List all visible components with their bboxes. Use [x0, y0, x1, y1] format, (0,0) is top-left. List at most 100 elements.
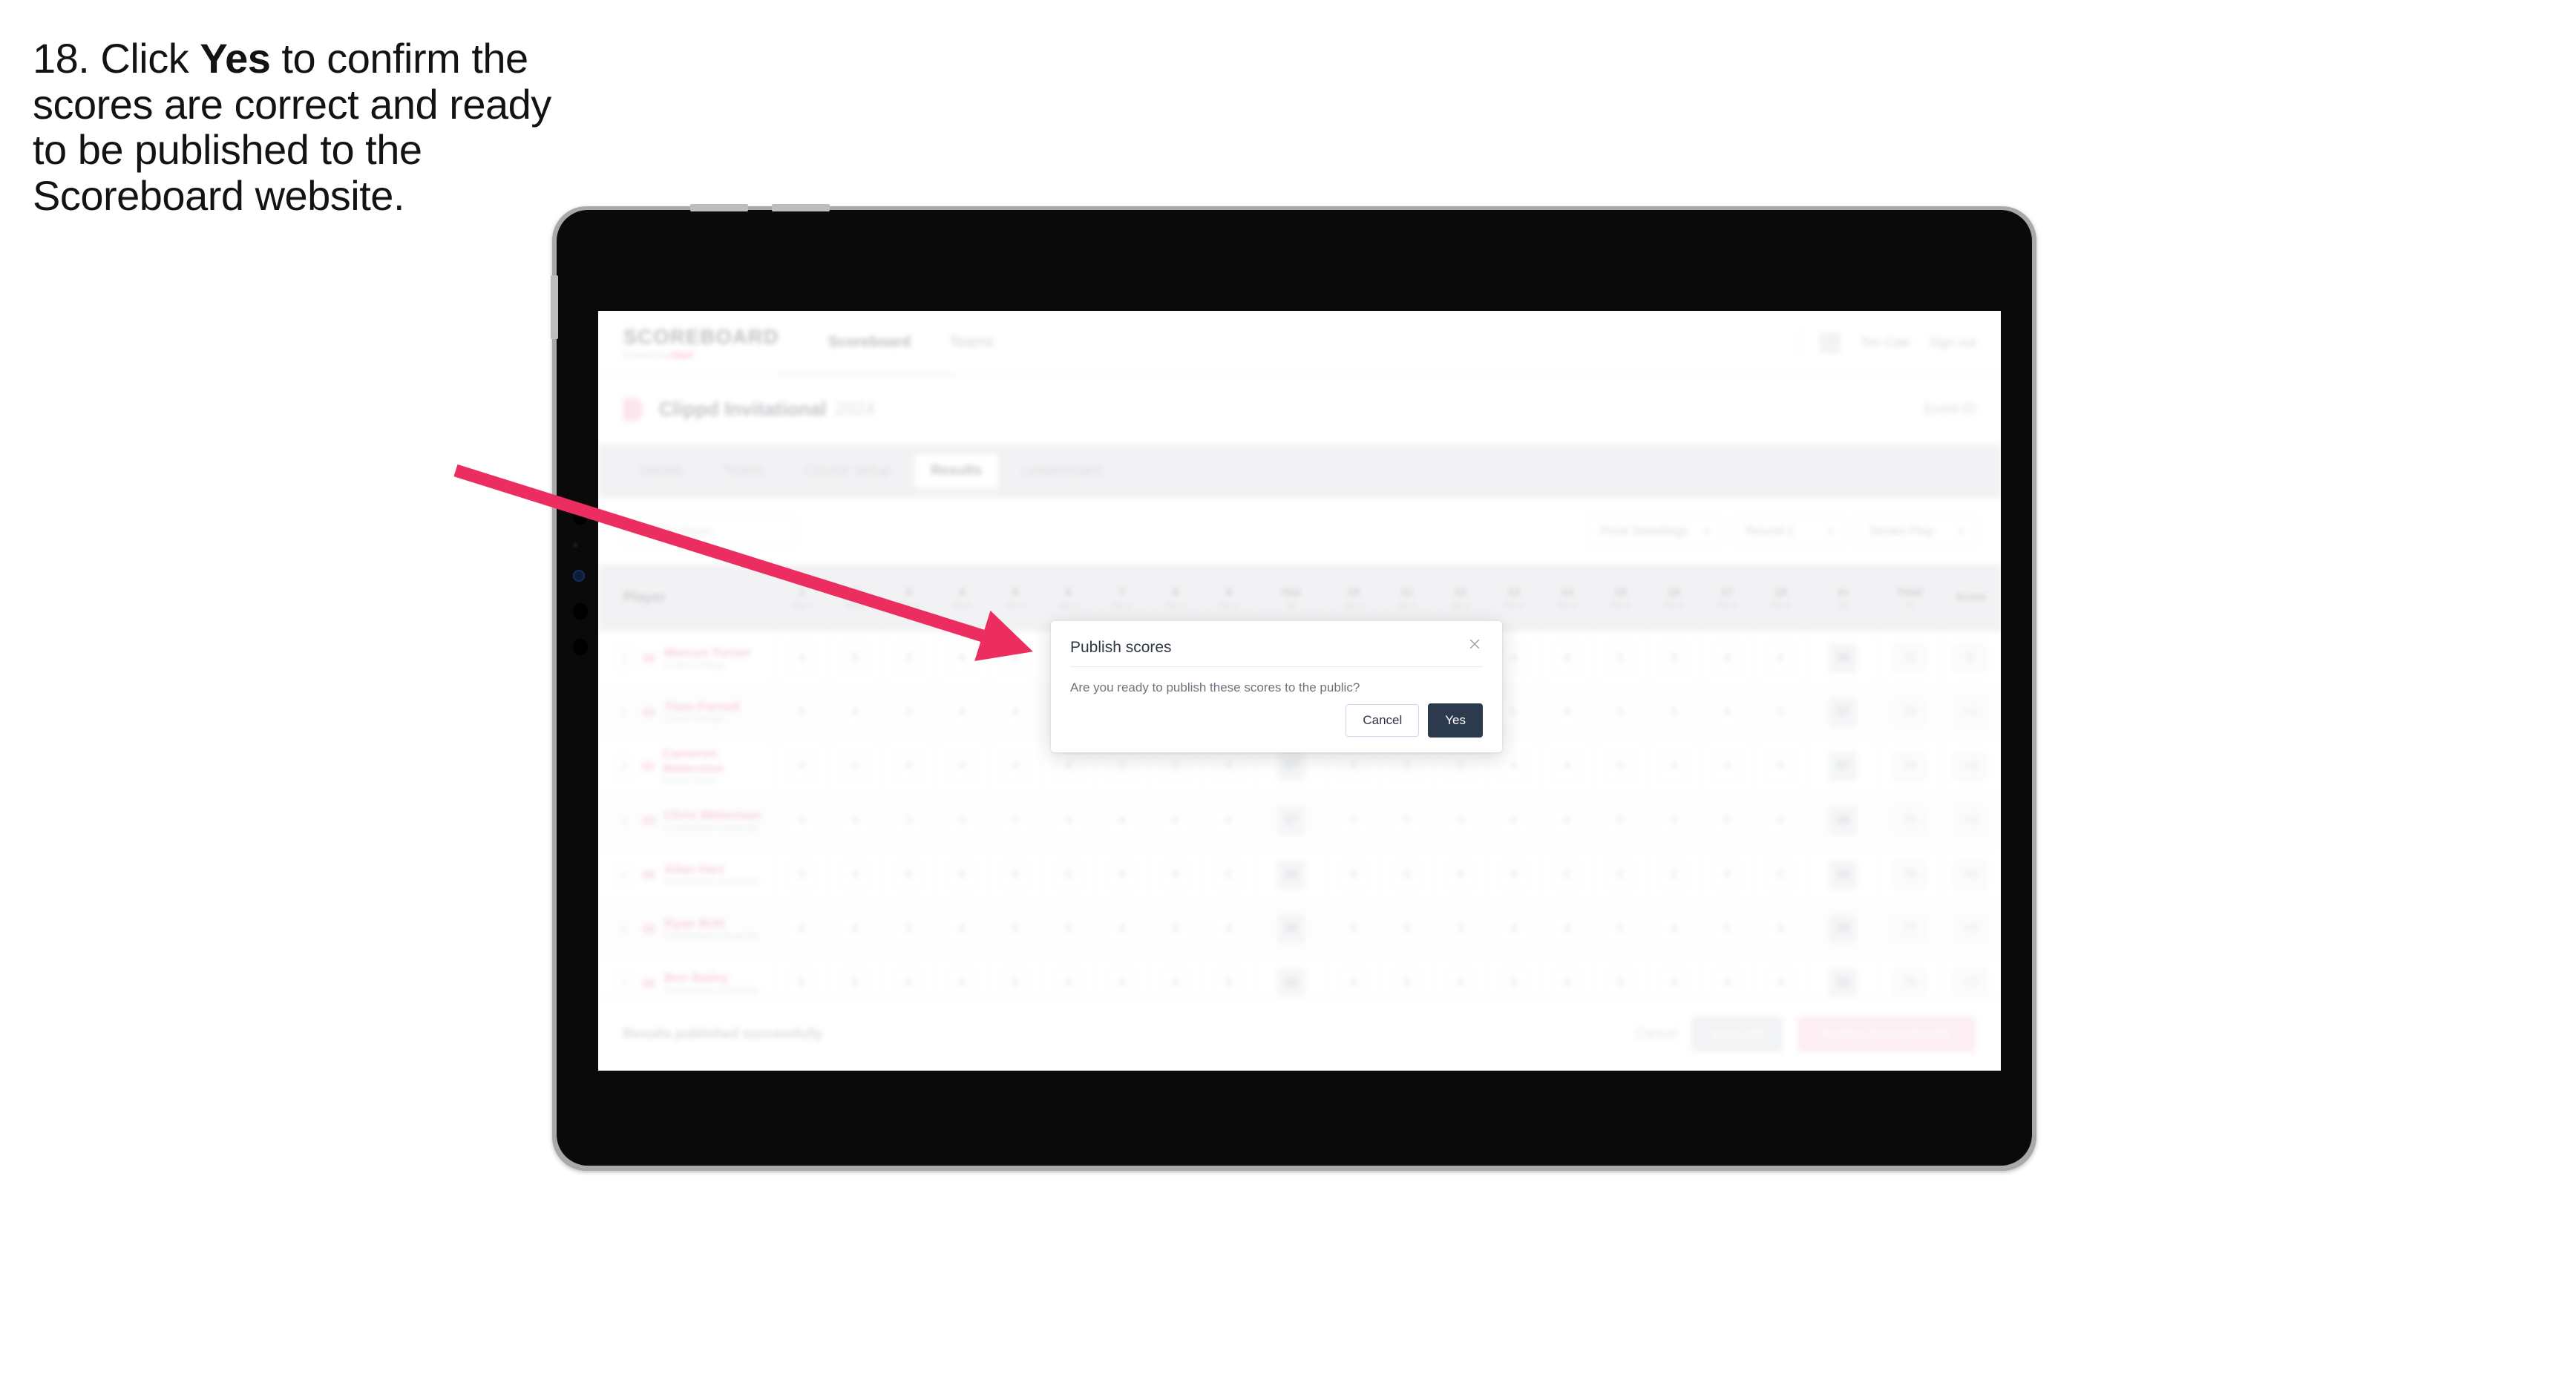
cell-score[interactable]: 4	[1753, 794, 1807, 847]
cell-score[interactable]: 5	[1593, 631, 1647, 685]
cell-score[interactable]: 5	[988, 902, 1042, 956]
cell-score[interactable]: 4	[1540, 686, 1593, 739]
cell-score[interactable]: 4	[1540, 631, 1593, 685]
cell-score[interactable]: 4	[988, 848, 1042, 901]
cell-score[interactable]: 4	[934, 631, 989, 685]
cell-score[interactable]: 5	[1593, 848, 1647, 901]
cell-score[interactable]: 4	[934, 902, 989, 956]
cell-score[interactable]: 5	[1700, 794, 1754, 847]
cell-score[interactable]: 4	[1433, 848, 1487, 901]
cell-score[interactable]: 4	[1487, 794, 1540, 847]
cell-score[interactable]: 5	[1326, 902, 1380, 956]
app-logo[interactable]: SCOREBOARD Powered by clippd	[623, 326, 779, 360]
cell-score[interactable]: 5	[1380, 794, 1433, 847]
cell-score[interactable]: 5	[1380, 902, 1433, 956]
cell-score[interactable]: 4	[1753, 740, 1807, 793]
cell-score[interactable]: 38	[1254, 902, 1327, 956]
cell-score[interactable]: 4	[827, 902, 882, 956]
cell-score[interactable]: 36	[1806, 631, 1878, 685]
cell-score[interactable]: 4	[1753, 631, 1807, 685]
close-icon[interactable]	[1465, 634, 1484, 654]
cell-score[interactable]: 4	[827, 848, 882, 901]
cell-score[interactable]: 4	[1095, 902, 1148, 956]
tab-leaderboard[interactable]: Leaderboard	[1006, 454, 1118, 488]
cell-score[interactable]: 4	[1540, 902, 1593, 956]
cell-score[interactable]: 4	[881, 740, 935, 793]
cell-score[interactable]: 5	[1700, 902, 1754, 956]
cell-score[interactable]: 3	[881, 902, 935, 956]
cell-score[interactable]: 37	[1806, 686, 1878, 739]
cell-score[interactable]: 4	[827, 794, 882, 847]
cell-score[interactable]: 4	[988, 686, 1042, 739]
cell-score[interactable]: 5	[1593, 740, 1647, 793]
cell-score[interactable]: 3	[881, 631, 935, 685]
table-row[interactable]: 6 Ryan Britt Sunderland University 4 4 3 4 5 5 4 5…	[598, 902, 2001, 956]
cell-score[interactable]: 4	[934, 686, 989, 739]
cell-score[interactable]: 5	[934, 794, 989, 847]
event-id-link[interactable]: Event ID	[1924, 401, 1976, 417]
cell-score[interactable]: 5	[1202, 848, 1255, 901]
cell-score[interactable]: 4	[1487, 848, 1540, 901]
cell-score[interactable]: 4	[1095, 794, 1148, 847]
cell-score[interactable]: 5	[1326, 794, 1380, 847]
cell-score[interactable]: 4	[1148, 848, 1202, 901]
round-select[interactable]: Final Standings ▾	[1588, 514, 1722, 548]
cell-score[interactable]: 5	[827, 631, 882, 685]
cell-score[interactable]: 4	[1202, 902, 1255, 956]
table-row[interactable]: 5 Allan Hart Sunderland University 5 4 4 4 4 5 4 4…	[598, 848, 2001, 902]
cell-score[interactable]: 4	[1700, 686, 1754, 739]
footer-cancel-link[interactable]: Cancel	[1635, 1026, 1677, 1042]
cell-score[interactable]: 3	[881, 794, 935, 847]
cell-score[interactable]: 5	[1380, 848, 1433, 901]
tab-results[interactable]: Results	[914, 454, 998, 488]
cell-score[interactable]: 4	[988, 740, 1042, 793]
cell-score[interactable]: 4	[1540, 740, 1593, 793]
cell-score[interactable]: 4	[1202, 794, 1255, 847]
cell-score[interactable]: 5	[1593, 902, 1647, 956]
cell-score[interactable]: 3	[1646, 794, 1700, 847]
nav-item-scoreboard[interactable]: Scoreboard	[828, 334, 911, 351]
cell-score[interactable]: 3	[1433, 794, 1487, 847]
cell-score[interactable]: 4	[1700, 740, 1754, 793]
footer-save-button[interactable]: Save edit	[1691, 1016, 1783, 1052]
cell-score[interactable]: 4	[1487, 902, 1540, 956]
cell-score[interactable]: 37	[1806, 740, 1878, 793]
cell-score[interactable]: 5	[1753, 848, 1807, 901]
cell-score[interactable]: 4	[775, 631, 828, 685]
cell-score[interactable]: 39	[1806, 902, 1878, 956]
cell-score[interactable]: 4	[881, 848, 935, 901]
cell-score[interactable]: 5	[988, 631, 1042, 685]
table-row[interactable]: 4 Chris Waterman Sunderland University 4 4 3 5…	[598, 794, 2001, 848]
cell-score[interactable]: 4	[1148, 794, 1202, 847]
cell-score[interactable]: 5	[1041, 902, 1095, 956]
volume-down-button[interactable]	[772, 204, 830, 211]
volume-up-button[interactable]	[690, 204, 748, 211]
yes-button[interactable]: Yes	[1428, 703, 1483, 738]
cell-score[interactable]: 4	[1646, 740, 1700, 793]
cell-score[interactable]: 3	[1646, 848, 1700, 901]
footer-publish-button[interactable]: Publish Round Results	[1797, 1016, 1976, 1052]
cell-score[interactable]: 4	[1700, 848, 1754, 901]
search-input[interactable]: Search player	[623, 515, 794, 548]
cell-score[interactable]: 4	[1646, 902, 1700, 956]
cell-score[interactable]: 38	[1806, 794, 1878, 847]
cell-score[interactable]: 39	[1806, 848, 1878, 901]
sign-out-link[interactable]: Sign out	[1930, 335, 1976, 350]
cell-score[interactable]: 4	[1041, 794, 1095, 847]
cell-score[interactable]: 3	[1646, 631, 1700, 685]
cell-score[interactable]: 4	[1095, 848, 1148, 901]
cell-score[interactable]: 5	[1593, 686, 1647, 739]
cell-score[interactable]: 5	[1041, 848, 1095, 901]
cell-score[interactable]: 39	[1254, 848, 1327, 901]
cell-score[interactable]: 4	[934, 740, 989, 793]
cell-score[interactable]: 5	[1148, 902, 1202, 956]
cell-score[interactable]: 5	[1753, 686, 1807, 739]
cell-score[interactable]: 4	[1700, 631, 1754, 685]
cell-score[interactable]: 4	[775, 794, 828, 847]
cell-score[interactable]: 3	[1646, 686, 1700, 739]
cell-score[interactable]: 5	[775, 848, 828, 901]
cell-score[interactable]: 3	[881, 686, 935, 739]
cell-score[interactable]: 4	[775, 902, 828, 956]
view-select[interactable]: Stroke Play ▾	[1857, 514, 1976, 548]
avatar[interactable]	[1820, 332, 1841, 353]
